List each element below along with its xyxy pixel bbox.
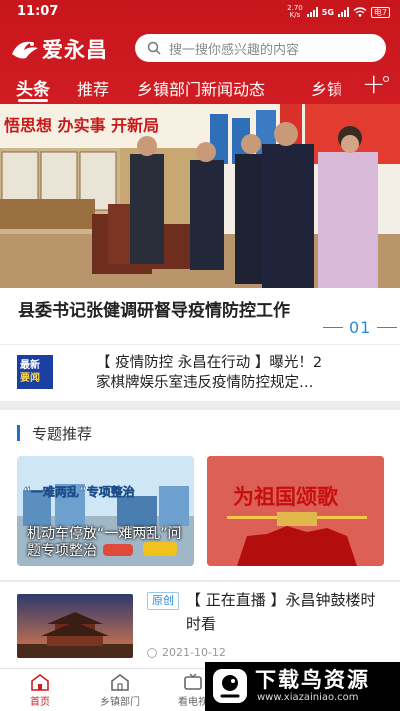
clock-icon <box>147 648 157 658</box>
watermark-overlay: 下载鸟资源 www.xiazainiao.com <box>205 662 400 711</box>
logo-emblem-icon <box>12 41 38 59</box>
pager-line-right <box>377 327 398 328</box>
township-icon <box>111 674 129 691</box>
hero-photo: 悟思想 办实事 开新局 <box>0 104 400 288</box>
tab-headlines[interactable]: 头条 <box>16 75 50 100</box>
net-speed: 2.70 K/s <box>287 5 303 19</box>
status-bar: 11:07 2.70 K/s 5G 电7 <box>0 0 400 26</box>
add-channel-dot-icon <box>383 76 389 82</box>
app-logo: 爱永昌 <box>10 34 108 64</box>
nav-home[interactable]: 首页 <box>5 673 75 708</box>
signal-icon-2 <box>337 7 349 17</box>
status-time: 11:07 <box>17 4 59 19</box>
active-tab-indicator <box>18 99 48 102</box>
watermark-title: 下载鸟资源 <box>255 668 370 692</box>
card-caption: 机动车停放“一难两乱”问题专项整治 <box>27 526 182 559</box>
tab-township-news[interactable]: 乡镇部门新闻动态 <box>137 76 265 100</box>
ode-illustration: 为祖国颂歌 <box>207 456 384 566</box>
section-accent-bar <box>17 425 20 441</box>
topic-card-ode[interactable]: 为祖国颂歌 <box>207 456 384 566</box>
badge-line-1: 最新 <box>20 360 40 371</box>
tab-recommend[interactable]: 推荐 <box>77 76 109 100</box>
channel-tabs: 头条 推荐 乡镇部门新闻动态 乡镇 + <box>0 70 400 104</box>
wifi-icon <box>353 7 367 17</box>
hero-carousel[interactable]: 悟思想 办实事 开新局 县委书记张健调研督导疫情防控工作 01 <box>0 104 400 344</box>
news-thumbnail <box>17 594 133 658</box>
net-speed-unit: K/s <box>289 11 301 19</box>
hero-index: 01 <box>349 318 372 337</box>
download-bird-logo-icon <box>213 669 247 703</box>
tv-icon <box>184 673 202 690</box>
breaking-news-ticker[interactable]: 最新 要闻 【 疫情防控 永昌在行动 】曝光！2 家棋牌娱乐室违反疫情防控规定… <box>0 345 400 401</box>
news-list-item[interactable]: 原创 【 正在直播 】永昌钟鼓楼时时看 2021-10-12 <box>0 582 400 668</box>
hero-pager: 01 <box>323 318 398 337</box>
watermark-url: www.xiazainiao.com <box>257 692 359 703</box>
news-date: 2021-10-12 <box>162 646 226 659</box>
search-icon <box>147 41 161 55</box>
add-channel-button[interactable]: + <box>362 70 385 98</box>
news-title[interactable]: 【 正在直播 】永昌钟鼓楼时时看 <box>186 588 390 636</box>
pager-line-left <box>323 327 343 328</box>
network-type: 5G <box>321 7 334 17</box>
featured-topics-section: 专题推荐 “一难两乱”专项整治 机动车停放“一难两乱”问题专项整治 为祖国颂歌 <box>0 410 400 580</box>
nav-township-label: 乡镇部门 <box>100 697 140 708</box>
topic-card-parking[interactable]: “一难两乱”专项整治 机动车停放“一难两乱”问题专项整治 <box>17 456 194 566</box>
section-title: 专题推荐 <box>32 425 93 443</box>
hero-banner-text: 悟思想 办实事 开新局 <box>4 116 159 135</box>
search-bar[interactable]: 搜一搜你感兴趣的内容 <box>135 34 386 62</box>
drum-tower-image <box>17 594 133 658</box>
signal-icon <box>306 7 318 17</box>
status-indicators: 2.70 K/s 5G 电7 <box>287 5 390 19</box>
original-tag: 原创 <box>147 592 179 610</box>
card-headline: “一难两乱”专项整治 <box>23 484 135 499</box>
search-placeholder: 搜一搜你感兴趣的内容 <box>169 42 300 58</box>
breaking-line-2: 家棋牌娱乐室违反疫情防控规定… <box>96 375 314 391</box>
breaking-badge: 最新 要闻 <box>17 355 53 389</box>
home-icon <box>31 674 49 691</box>
app-header: 11:07 2.70 K/s 5G 电7 爱永昌 搜一搜你感兴趣的内容 头条 推… <box>0 0 400 104</box>
badge-line-2: 要闻 <box>20 373 40 384</box>
nav-township[interactable]: 乡镇部门 <box>85 673 155 708</box>
breaking-headline[interactable]: 【 疫情防控 永昌在行动 】曝光！2 家棋牌娱乐室违反疫情防控规定… <box>96 353 386 393</box>
nav-home-label: 首页 <box>30 697 50 708</box>
app-name: 爱永昌 <box>42 37 108 62</box>
breaking-line-1: 【 疫情防控 永昌在行动 】曝光！2 <box>96 355 323 371</box>
battery-indicator: 电7 <box>370 6 390 18</box>
tabs-fade <box>330 72 360 104</box>
card-headline-2: 为祖国颂歌 <box>233 484 339 509</box>
hero-title[interactable]: 县委书记张健调研督导疫情防控工作 <box>18 296 290 321</box>
hero-scene-illustration: 悟思想 办实事 开新局 <box>0 104 400 288</box>
